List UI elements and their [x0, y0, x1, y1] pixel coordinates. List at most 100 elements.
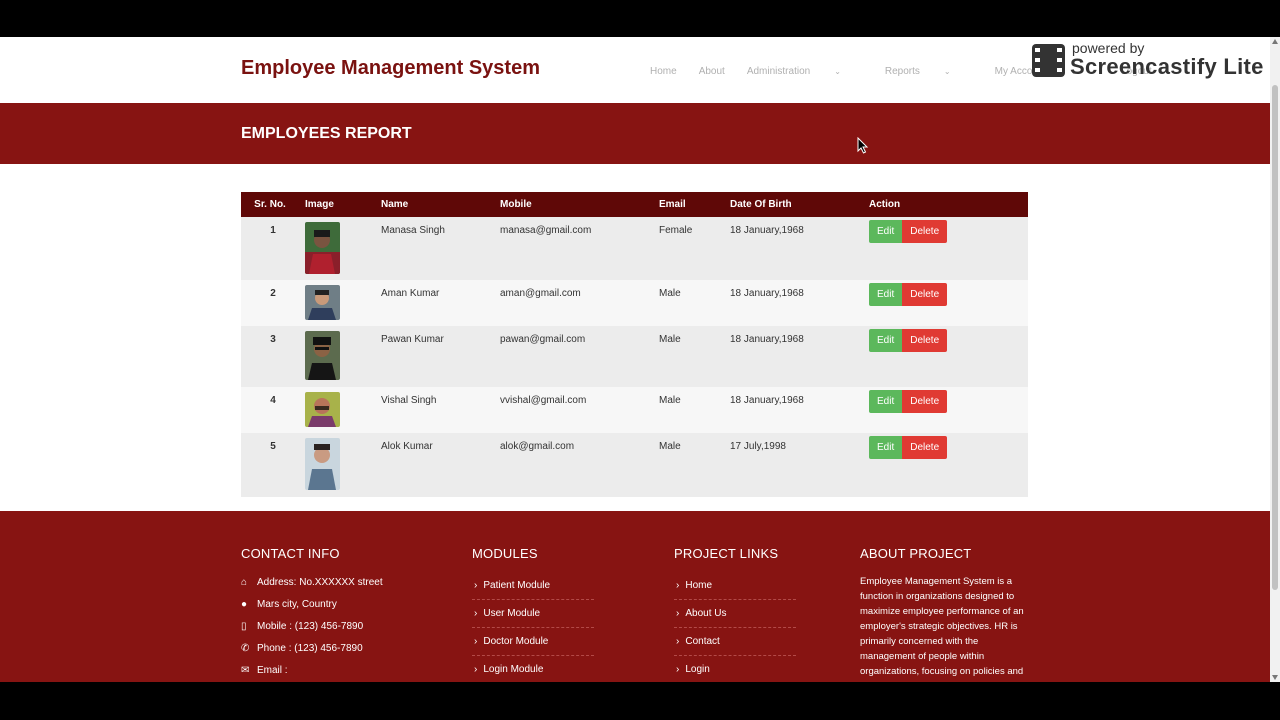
employees-table-container: Sr. No. Image Name Mobile Email Date Of … — [241, 192, 1028, 497]
nav-administration[interactable]: Administration ⌄ — [747, 66, 863, 77]
footer-contact-column: CONTACT INFO ⌂ Address: No.XXXXXX street … — [241, 546, 383, 682]
row-mobile: alok@gmail.com — [500, 441, 575, 452]
contact-mobile-text: Mobile : (123) 456-7890 — [257, 621, 364, 632]
contact-mobile: ▯ Mobile : (123) 456-7890 — [241, 621, 383, 632]
footer-project-label: Login — [685, 664, 710, 675]
scroll-up-icon[interactable] — [1272, 39, 1278, 44]
employee-avatar — [305, 438, 340, 490]
chevron-right-icon: › — [474, 664, 478, 675]
chevron-right-icon: › — [474, 608, 478, 619]
footer-project-link[interactable]: › Contact — [674, 633, 796, 656]
footer-module-link[interactable]: › Doctor Module — [472, 633, 594, 656]
contact-address: ⌂ Address: No.XXXXXX street — [241, 577, 383, 588]
column-header-dob: Date Of Birth — [730, 199, 792, 210]
edit-button[interactable]: Edit — [869, 329, 903, 352]
row-actions: Edit Delete — [863, 280, 1028, 326]
table-row: 4 Vishal Singh vvishal@gmail.com Male 18… — [241, 387, 1028, 433]
row-name: Aman Kumar — [381, 288, 440, 299]
chevron-right-icon: › — [474, 636, 478, 647]
row-name: Manasa Singh — [381, 225, 445, 236]
column-header-mobile: Mobile — [500, 199, 532, 210]
row-actions: Edit Delete — [863, 387, 1028, 433]
footer-project-link[interactable]: › Home — [674, 577, 796, 600]
column-header-email: Email — [659, 199, 686, 210]
globe-icon: ● — [241, 599, 248, 610]
footer-links-column: PROJECT LINKS › Home › About Us › Contact ›… — [674, 546, 796, 682]
row-sr: 1 — [270, 225, 276, 236]
edit-button[interactable]: Edit — [869, 436, 903, 459]
footer-module-label: Login Module — [483, 664, 544, 675]
row-actions: Edit Delete — [863, 217, 1028, 280]
footer-project-link[interactable]: › Login — [674, 661, 796, 682]
footer-project-label: Home — [685, 580, 713, 591]
page-title: EMPLOYEES REPORT — [241, 125, 412, 142]
footer-module-link[interactable]: › Patient Module — [472, 577, 594, 600]
table-header-row: Sr. No. Image Name Mobile Email Date Of … — [241, 192, 1028, 217]
row-mobile: pawan@gmail.com — [500, 334, 586, 345]
row-email: Male — [659, 288, 681, 299]
table-row: 2 Aman Kumar aman@gmail.com Male 18 Janu… — [241, 280, 1028, 326]
row-actions: Edit Delete — [863, 326, 1028, 387]
row-sr: 5 — [270, 441, 276, 452]
nav-reports[interactable]: Reports ⌄ — [885, 66, 973, 77]
contact-email: ✉ Email : — [241, 665, 383, 676]
edit-button[interactable]: Edit — [869, 390, 903, 413]
contact-email-text: Email : — [257, 665, 288, 676]
site-brand[interactable]: Employee Management System — [241, 57, 540, 80]
table-row: 3 Pawan Kumar pawan@gmail.com Male 18 Ja… — [241, 326, 1028, 387]
footer-contact-title: CONTACT INFO — [241, 546, 340, 561]
edit-button[interactable]: Edit — [869, 220, 903, 243]
nav-about[interactable]: About — [699, 66, 725, 77]
row-actions: Edit Delete — [863, 433, 1028, 497]
delete-button[interactable]: Delete — [902, 220, 948, 243]
row-image-cell — [299, 217, 375, 280]
row-mobile: manasa@gmail.com — [500, 225, 592, 236]
column-header-name: Name — [381, 199, 409, 210]
footer-about-title: ABOUT PROJECT — [860, 546, 972, 561]
row-email: Male — [659, 441, 681, 452]
contact-phone: ✆ Phone : (123) 456-7890 — [241, 643, 383, 654]
footer-project-link[interactable]: › About Us — [674, 605, 796, 628]
chevron-right-icon: › — [676, 580, 680, 591]
page-scrollbar[interactable] — [1270, 37, 1280, 682]
row-sr: 2 — [270, 288, 276, 299]
employees-table: Sr. No. Image Name Mobile Email Date Of … — [241, 192, 1028, 497]
chevron-right-icon: › — [676, 636, 680, 647]
footer-about-text: Employee Management System is a function… — [860, 576, 1024, 677]
footer-module-link[interactable]: › Login Module — [472, 661, 594, 682]
nav-home[interactable]: Home — [650, 66, 677, 77]
footer-links-title: PROJECT LINKS — [674, 546, 779, 561]
footer-module-label: Patient Module — [483, 580, 551, 591]
employee-avatar — [305, 331, 340, 380]
chevron-right-icon: › — [474, 580, 478, 591]
delete-button[interactable]: Delete — [902, 283, 948, 306]
row-image-cell — [299, 280, 375, 326]
footer-about-column: ABOUT PROJECT Employee Management System… — [860, 546, 1026, 679]
delete-button[interactable]: Delete — [902, 390, 948, 413]
delete-button[interactable]: Delete — [902, 436, 948, 459]
row-sr: 3 — [270, 334, 276, 345]
footer-module-label: User Module — [483, 608, 541, 619]
scroll-down-icon[interactable] — [1272, 675, 1278, 680]
row-name: Vishal Singh — [381, 395, 437, 406]
chevron-down-icon: ⌄ — [834, 67, 841, 76]
footer-module-label: Doctor Module — [483, 636, 549, 647]
edit-button[interactable]: Edit — [869, 283, 903, 306]
employee-avatar — [305, 222, 340, 274]
delete-button[interactable]: Delete — [902, 329, 948, 352]
contact-city: ● Mars city, Country — [241, 599, 383, 610]
footer-module-link[interactable]: › User Module — [472, 605, 594, 628]
footer-modules-column: MODULES › Patient Module › User Module › Do… — [472, 546, 594, 682]
row-email: Female — [659, 225, 693, 236]
contact-city-text: Mars city, Country — [257, 599, 337, 610]
watermark-big-text: Screencastify Lite — [1070, 54, 1264, 79]
table-row: 1 Manasa Singh manasa@gmail.com Female 1… — [241, 217, 1028, 280]
chevron-right-icon: › — [676, 608, 680, 619]
browser-viewport: Employee Management System Home About Ad… — [0, 37, 1280, 682]
footer-project-label: About Us — [685, 608, 727, 619]
column-header-action: Action — [869, 199, 901, 210]
scrollbar-thumb[interactable] — [1272, 85, 1278, 590]
row-email: Male — [659, 395, 681, 406]
nav-administration-label: Administration — [746, 66, 811, 77]
employee-avatar — [305, 392, 340, 427]
